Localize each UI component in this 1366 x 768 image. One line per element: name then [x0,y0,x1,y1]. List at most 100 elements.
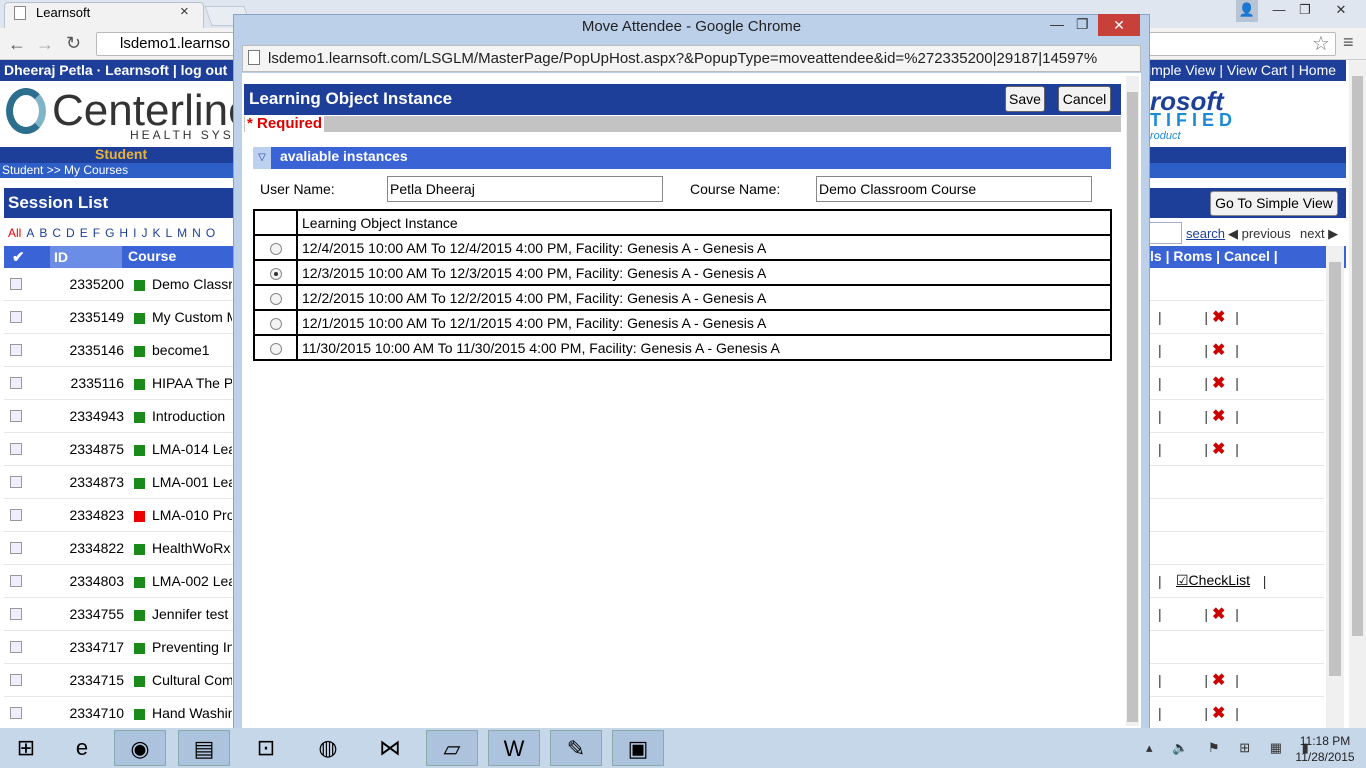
popup-scrollbar-thumb[interactable] [1127,92,1138,722]
search-link[interactable]: search [1186,226,1225,241]
next-link[interactable]: next ▶ [1300,226,1338,242]
store-icon[interactable]: ⊡ [240,730,292,766]
close-window-button[interactable]: ✕ [1322,0,1360,22]
top-links[interactable]: imple View | View Cart | Home [1148,62,1336,78]
alpha-filter-g[interactable]: G [105,226,114,240]
list-scrollbar-thumb[interactable] [1329,262,1341,676]
row-checkbox[interactable] [10,377,22,389]
row-checkbox[interactable] [10,674,22,686]
row-checkbox[interactable] [10,575,22,587]
user-name-field[interactable]: Petla Dheeraj [387,176,663,202]
reload-icon[interactable]: ↻ [66,33,81,54]
instance-radio[interactable] [269,267,282,280]
row-checkbox[interactable] [10,542,22,554]
back-arrow-icon[interactable]: ← [8,34,26,55]
row-course-name[interactable]: Preventing In [152,639,232,655]
popup-minimize-button[interactable]: — [1050,16,1064,32]
cancel-x-icon[interactable]: ✖ [1212,439,1225,459]
row-course-name[interactable]: HealthWoRx [152,540,232,556]
alpha-filter-c[interactable]: C [52,226,61,240]
remote-desktop-icon[interactable]: ▣ [612,730,664,766]
cancel-button[interactable]: Cancel [1058,86,1111,112]
popup-close-button[interactable]: ✕ [1098,14,1140,36]
save-button[interactable]: Save [1005,86,1045,112]
instance-radio[interactable] [269,317,282,330]
user-line[interactable]: Dheeraj Petla · Learnsoft | log out [4,62,227,78]
cancel-x-icon[interactable]: ✖ [1212,406,1225,426]
firefox-icon[interactable]: ◍ [302,730,354,766]
maximize-button[interactable]: ❐ [1294,0,1316,22]
tab-close-icon[interactable]: × [180,3,189,20]
start-button[interactable]: ⊞ [0,730,52,766]
row-course-name[interactable]: become1 [152,342,232,358]
row-course-name[interactable]: Demo Classroom Course [152,276,232,292]
row-course-name[interactable]: My Custom M [152,309,232,325]
row-course-name[interactable]: LMA-010 Pro [152,507,232,523]
cancel-x-icon[interactable]: ✖ [1212,307,1225,327]
course-name-field[interactable]: Demo Classroom Course [816,176,1092,202]
select-all-checkbox[interactable]: ✔ [12,248,25,266]
checklist-link[interactable]: ☑CheckList [1176,572,1250,589]
row-course-name[interactable]: LMA-001 Lea [152,474,232,490]
row-checkbox[interactable] [10,344,22,356]
cancel-x-icon[interactable]: ✖ [1212,604,1225,624]
instance-radio[interactable] [269,342,282,355]
row-checkbox[interactable] [10,278,22,290]
row-course-name[interactable]: Cultural Com [152,672,232,688]
collapse-toggle-icon[interactable]: ▽ [253,147,271,169]
alpha-filter-all[interactable]: All [8,226,21,240]
alpha-filter-a[interactable]: A [26,226,34,240]
instance-radio[interactable] [269,242,282,255]
internet-explorer-icon[interactable]: e [56,730,108,766]
instance-row[interactable]: 12/1/2015 10:00 AM To 12/1/2015 4:00 PM,… [253,309,1112,336]
alpha-filter-k[interactable]: K [152,226,160,240]
go-to-simple-view-button[interactable]: Go To Simple View [1210,191,1338,216]
breadcrumb[interactable]: Student >> My Courses [2,163,128,177]
popup-maximize-button[interactable]: ❐ [1076,16,1089,33]
previous-link[interactable]: ◀ previous [1228,226,1291,242]
row-course-name[interactable]: Introduction [152,408,232,424]
cancel-x-icon[interactable]: ✖ [1212,670,1225,690]
instance-row[interactable]: 12/4/2015 10:00 AM To 12/4/2015 4:00 PM,… [253,234,1112,261]
browser-tab[interactable] [4,2,204,28]
row-checkbox[interactable] [10,641,22,653]
role-menu[interactable]: Student [95,146,147,162]
row-checkbox[interactable] [10,476,22,488]
row-course-name[interactable]: Hand Washin [152,705,232,721]
row-course-name[interactable]: LMA-014 Lea [152,441,232,457]
bookmark-star-icon[interactable]: ☆ [1312,31,1330,56]
alpha-filter-o[interactable]: O [206,226,215,240]
row-checkbox[interactable] [10,608,22,620]
instance-radio[interactable] [269,292,282,305]
file-explorer-icon[interactable]: ▤ [178,730,230,766]
alpha-filter-b[interactable]: B [39,226,47,240]
clock[interactable]: 11:18 PM 11/28/2015 [1290,733,1360,765]
alpha-filter-n[interactable]: N [192,226,201,240]
row-checkbox[interactable] [10,509,22,521]
alpha-filter-l[interactable]: L [165,226,172,240]
chrome-menu-icon[interactable]: ≡ [1343,32,1354,53]
search-input[interactable] [1146,222,1182,244]
chrome-icon[interactable]: ◉ [114,730,166,766]
user-profile-icon[interactable]: 👤 [1236,0,1258,22]
alpha-filter-d[interactable]: D [66,226,75,240]
cancel-x-icon[interactable]: ✖ [1212,340,1225,360]
instance-row[interactable]: 12/3/2015 10:00 AM To 12/3/2015 4:00 PM,… [253,259,1112,286]
sticky-notes-icon[interactable]: ▱ [426,730,478,766]
row-course-name[interactable]: HIPAA The P [152,375,232,391]
paint-icon[interactable]: ✎ [550,730,602,766]
id-column-header[interactable]: ID [50,246,122,268]
minimize-button[interactable]: — [1268,0,1290,22]
alpha-filter-f[interactable]: F [93,226,100,240]
instance-row[interactable]: 11/30/2015 10:00 AM To 11/30/2015 4:00 P… [253,334,1112,361]
page-scrollbar-thumb[interactable] [1352,76,1363,636]
row-checkbox[interactable] [10,707,22,719]
alpha-filter-m[interactable]: M [177,226,187,240]
row-checkbox[interactable] [10,443,22,455]
course-column-header[interactable]: Course [128,248,176,264]
cancel-x-icon[interactable]: ✖ [1212,373,1225,393]
row-checkbox[interactable] [10,311,22,323]
word-icon[interactable]: W [488,730,540,766]
alpha-filter-e[interactable]: E [80,226,88,240]
row-course-name[interactable]: LMA-002 Lea [152,573,232,589]
